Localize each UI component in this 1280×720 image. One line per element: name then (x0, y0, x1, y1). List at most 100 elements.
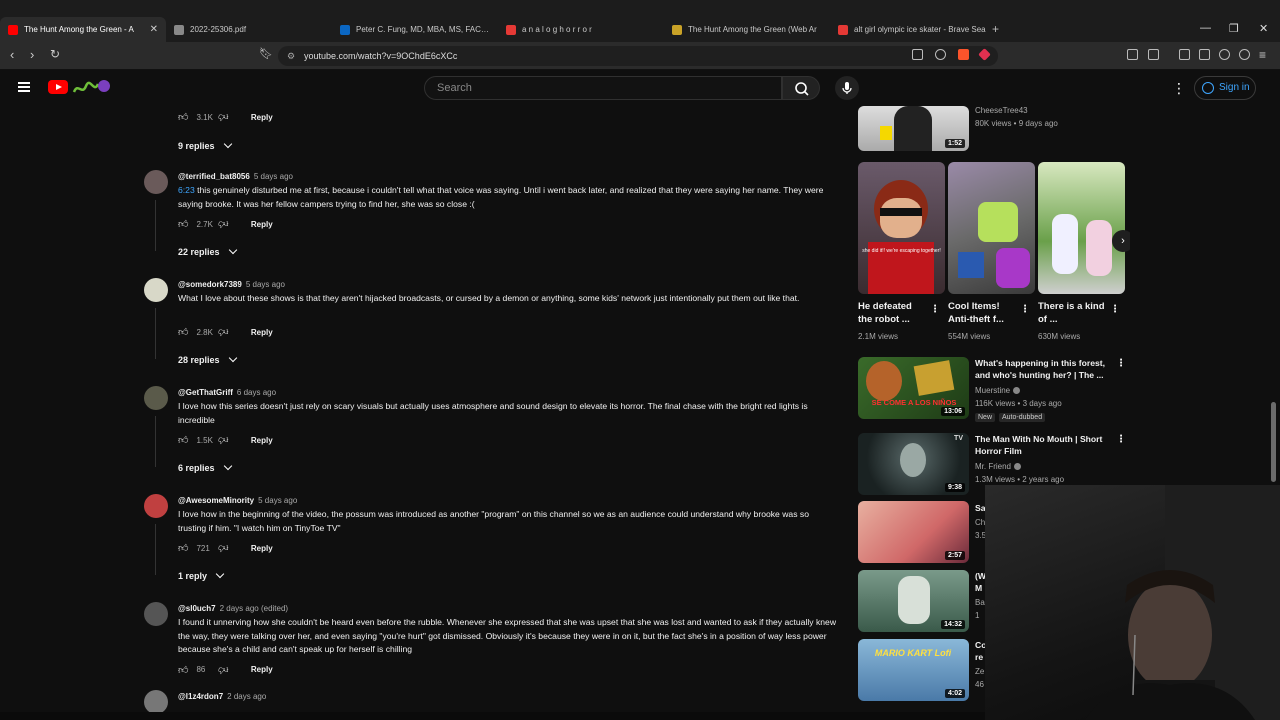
comment-time[interactable]: 5 days ago (254, 172, 293, 181)
avatar[interactable] (144, 278, 168, 302)
video-thumbnail[interactable]: MARIO KART Lofi 4:02 (858, 639, 969, 701)
video-thumbnail[interactable]: TV 9:38 (858, 433, 969, 495)
avatar[interactable] (144, 494, 168, 518)
replies-toggle[interactable]: 6 replies (178, 461, 232, 473)
tab-search-icon[interactable] (1148, 49, 1159, 60)
comment-author[interactable]: @somedork7389 (178, 280, 242, 289)
reply-button[interactable]: Reply (251, 113, 273, 122)
search-input[interactable]: Search (424, 76, 782, 100)
replies-toggle[interactable]: 22 replies (178, 245, 237, 257)
comment-time[interactable]: 5 days ago (258, 496, 297, 505)
reply-button[interactable]: Reply (251, 328, 273, 337)
comment-time[interactable]: 6 days ago (237, 388, 276, 397)
bookmark-icon[interactable]: 🔖︎ (259, 47, 273, 60)
more-actions-icon[interactable]: ⋮ (1116, 434, 1126, 445)
short-title[interactable]: There is a kind of ... (1038, 300, 1108, 326)
avatar[interactable] (144, 602, 168, 626)
replies-toggle[interactable]: 1 reply (178, 569, 225, 581)
timestamp-link[interactable]: 6:23 (178, 185, 195, 195)
more-actions-icon[interactable]: ⋮ (1110, 304, 1120, 315)
comment-time[interactable]: 2 days ago (edited) (220, 604, 289, 613)
browser-tab[interactable]: Peter C. Fung, MD, MBA, MS, FACP, F (332, 17, 498, 42)
leo-ai-icon[interactable] (1219, 49, 1230, 60)
dislike-icon[interactable]: 👍︎ (218, 542, 228, 554)
avatar[interactable] (144, 170, 168, 194)
more-actions-icon[interactable]: ⋮ (930, 304, 940, 315)
new-tab-button[interactable]: + (992, 22, 999, 36)
dislike-icon[interactable]: 👍︎ (218, 434, 228, 446)
channel-name[interactable]: Ch (975, 518, 985, 527)
comment-author[interactable]: @GetThatGriff (178, 388, 233, 397)
browser-tab[interactable]: 2022-25306.pdf (166, 17, 332, 42)
sidebar-icon[interactable] (1179, 49, 1190, 60)
share-icon[interactable] (935, 49, 946, 60)
comment-time[interactable]: 5 days ago (246, 280, 285, 289)
video-title[interactable]: What's happening in this forest, and who… (975, 357, 1115, 381)
menu-icon[interactable]: ≡ (1259, 48, 1266, 62)
comment-author[interactable]: @AwesomeMinority (178, 496, 254, 505)
like-icon[interactable]: 👍︎ (178, 111, 188, 123)
reply-button[interactable]: Reply (251, 220, 273, 229)
like-icon[interactable]: 👍︎ (178, 664, 188, 676)
forward-icon[interactable]: › (30, 47, 34, 62)
browser-tab[interactable]: alt girl olympic ice skater - Brave Sea (830, 17, 996, 42)
browser-tab[interactable]: The Hunt Among the Green - A ✕ (0, 17, 166, 42)
youtube-logo[interactable] (48, 80, 68, 94)
short-title[interactable]: He defeated the robot ... (858, 300, 928, 326)
reload-icon[interactable]: ↻ (50, 47, 60, 61)
close-tab-icon[interactable]: ✕ (150, 24, 158, 35)
shorts-next-button[interactable]: › (1112, 230, 1130, 252)
maximize-icon[interactable]: ❐ (1229, 22, 1239, 35)
browser-tab[interactable]: a n a l o g h o r r o r (498, 17, 664, 42)
back-icon[interactable]: ‹ (10, 47, 14, 62)
minimize-icon[interactable]: — (1200, 22, 1211, 34)
channel-name[interactable]: Ba (975, 598, 985, 607)
close-window-icon[interactable]: ✕ (1259, 22, 1268, 35)
comment-author[interactable]: @sl0uch7 (178, 604, 216, 613)
like-icon[interactable]: 👍︎ (178, 326, 188, 338)
brave-shields-icon[interactable] (958, 49, 969, 60)
sign-in-button[interactable]: Sign in (1194, 76, 1256, 100)
avatar[interactable] (144, 386, 168, 410)
dislike-icon[interactable]: 👍︎ (218, 218, 228, 230)
more-actions-icon[interactable]: ⋮ (1020, 304, 1030, 315)
short-thumbnail[interactable] (1038, 162, 1125, 294)
search-button[interactable] (782, 76, 820, 100)
replies-toggle[interactable]: 28 replies (178, 353, 237, 365)
video-thumbnail[interactable]: 2:57 (858, 501, 969, 563)
reply-button[interactable]: Reply (251, 665, 273, 674)
avatar[interactable] (144, 690, 168, 712)
short-title[interactable]: Cool Items! Anti-theft f... (948, 300, 1018, 326)
vpn-icon[interactable] (1239, 49, 1250, 60)
comment-author[interactable]: @l1z4rdon7 (178, 692, 223, 701)
video-thumbnail[interactable]: 1:52 (858, 106, 969, 151)
like-icon[interactable]: 👍︎ (178, 434, 188, 446)
more-actions-icon[interactable]: ⋮ (1116, 358, 1126, 369)
reply-button[interactable]: Reply (251, 544, 273, 553)
channel-name[interactable]: Ze (975, 667, 984, 676)
reply-button[interactable]: Reply (251, 436, 273, 445)
voice-search-button[interactable] (835, 76, 859, 100)
short-thumbnail[interactable]: she did it!! we're escaping together! (858, 162, 945, 294)
comment-author[interactable]: @terrified_bat8056 (178, 172, 250, 181)
channel-name[interactable]: Mr. Friend (975, 462, 1022, 471)
like-icon[interactable]: 👍︎ (178, 542, 188, 554)
like-icon[interactable]: 👍︎ (178, 218, 188, 230)
browser-tab[interactable]: The Hunt Among the Green (Web Ar (664, 17, 830, 42)
guide-menu-icon[interactable] (18, 82, 30, 92)
replies-toggle[interactable]: 9 replies (178, 139, 232, 151)
settings-menu-icon[interactable]: ⋮ (1172, 80, 1186, 97)
video-title[interactable]: The Man With No Mouth | Short Horror Fil… (975, 433, 1115, 457)
dislike-icon[interactable]: 👍︎ (218, 326, 228, 338)
channel-name[interactable]: Muerstine (975, 386, 1021, 395)
wallet-icon[interactable] (1199, 49, 1210, 60)
youtube-doodle-icon[interactable] (72, 78, 110, 98)
extensions-icon[interactable] (1127, 49, 1138, 60)
video-thumbnail[interactable]: SE COME A LOS NIÑOS 13:06 (858, 357, 969, 419)
dislike-icon[interactable]: 👍︎ (218, 111, 228, 123)
dislike-icon[interactable]: 👍︎ (218, 664, 228, 676)
short-thumbnail[interactable] (948, 162, 1035, 294)
channel-name[interactable]: CheeseTree43 (975, 106, 1028, 115)
url-bar[interactable]: ⚙ youtube.com/watch?v=9OChdE6cXCc (278, 46, 998, 66)
page-scrollbar-thumb[interactable] (1271, 402, 1276, 482)
